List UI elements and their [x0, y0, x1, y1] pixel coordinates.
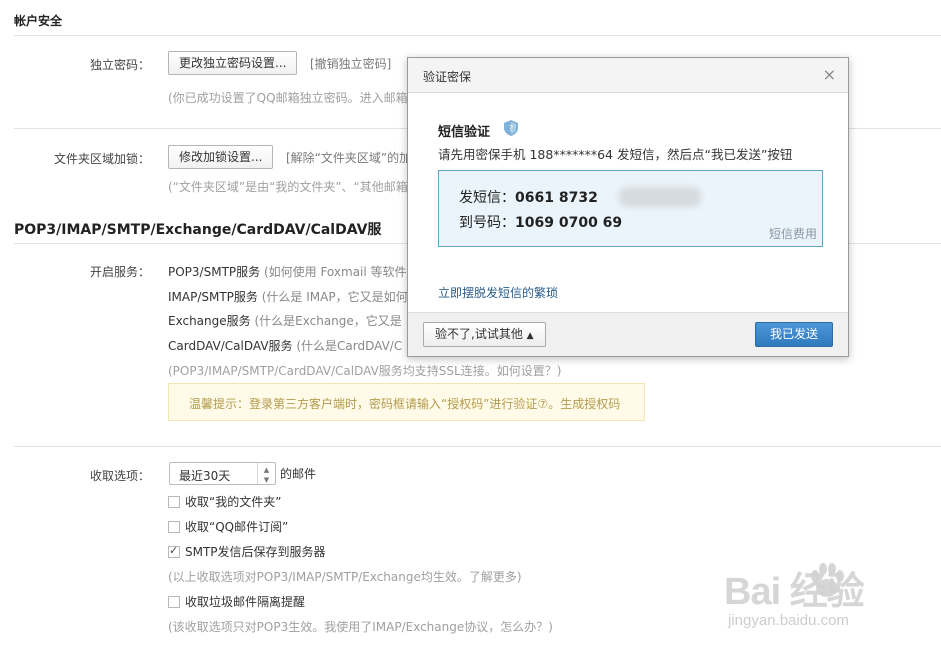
receive-options-label: 收取选项：: [89, 469, 150, 483]
sms-fee-link[interactable]: 短信费用: [769, 225, 817, 242]
change-independent-password-button[interactable]: 更改独立密码设置...: [168, 51, 298, 75]
caret-up-icon: ▲: [526, 331, 534, 341]
service-note: (什么是CardDAV/C: [292, 339, 403, 353]
service-name: Exchange服务: [168, 314, 251, 328]
revoke-independent-password-link[interactable]: [撤销独立密码]: [310, 55, 391, 72]
service-name: IMAP/SMTP服务: [168, 290, 258, 304]
option-label: 收取“QQ邮件订阅”: [185, 520, 289, 534]
option-label: 收取“我的文件夹”: [185, 495, 282, 509]
receive-range-value: 最近30天: [179, 469, 231, 483]
close-icon[interactable]: ×: [823, 65, 836, 84]
service-note: (什么是 IMAP，它又是如何: [257, 290, 408, 304]
stepper-arrows-icon: ▲ ▼: [257, 463, 275, 484]
dialog-footer: 验不了,试试其他 ▲ 我已发送: [408, 312, 848, 356]
spam-hint: (该收取选项只对POP3生效。我使用了IMAP/Exchange协议，怎么办？): [168, 620, 553, 634]
checkbox[interactable]: [168, 496, 180, 508]
shield-icon: ?: [504, 120, 518, 136]
escape-sms-link[interactable]: 立即摆脱发短信的繁琐: [438, 284, 558, 301]
target-number-label: 到号码：: [459, 215, 515, 231]
independent-password-hint: (你已成功设置了QQ邮箱独立密码。进入邮箱: [168, 91, 408, 105]
try-other-button[interactable]: 验不了,试试其他 ▲: [423, 322, 546, 347]
watermark-url: jingyan.baidu.com: [728, 612, 849, 629]
redacted-blur: [619, 187, 701, 207]
receive-suffix: 的邮件: [280, 467, 317, 481]
option-spam-reminder[interactable]: 收取垃圾邮件隔离提醒: [168, 593, 305, 610]
service-note: (如何使用 Foxmail 等软件: [260, 265, 407, 279]
receive-range-select[interactable]: 最近30天 ▲ ▼: [169, 462, 276, 485]
try-other-label: 验不了,试试其他: [435, 327, 523, 341]
account-security-title: 帐户安全: [14, 14, 63, 28]
independent-password-label: 独立密码：: [89, 58, 150, 72]
option-qq-subscription[interactable]: 收取“QQ邮件订阅”: [168, 518, 288, 535]
paw-icon: [811, 563, 844, 597]
target-number-value: 1069 0700 69: [515, 215, 623, 231]
divider: [14, 446, 941, 447]
option-label: SMTP发信后保存到服务器: [185, 545, 326, 559]
auth-code-tip: 温馨提示：登录第三方客户端时，密码框请输入“授权码”进行验证⑦。生成授权码: [168, 383, 645, 421]
service-imap-smtp: IMAP/SMTP服务 (什么是 IMAP，它又是如何: [168, 288, 408, 305]
option-smtp-save[interactable]: SMTP发信后保存到服务器: [168, 543, 326, 560]
folder-lock-hint: (“文件夹区域”是由“我的文件夹”、“其他邮箱: [168, 180, 408, 194]
checkbox[interactable]: [168, 596, 180, 608]
option-label: 收取垃圾邮件隔离提醒: [185, 595, 306, 609]
service-carddav-caldav: CardDAV/CalDAV服务 (什么是CardDAV/C: [168, 337, 402, 354]
enable-services-label: 开启服务：: [89, 265, 150, 279]
send-code-value: 0661 8732: [515, 190, 598, 206]
auth-code-tip-text: 温馨提示：登录第三方客户端时，密码框请输入“授权码”进行验证⑦。生成授权码: [189, 397, 621, 411]
ssl-hint: (POP3/IMAP/SMTP/CardDAV/CalDAV服务均支持SSL连接…: [168, 364, 562, 378]
i-have-sent-button[interactable]: 我已发送: [755, 322, 833, 347]
svg-text:?: ?: [509, 124, 513, 133]
modify-lock-button[interactable]: 修改加锁设置...: [168, 145, 274, 169]
dialog-header: 验证密保 ×: [408, 58, 848, 93]
release-lock-link[interactable]: [解除“文件夹区域”的加: [286, 149, 411, 166]
option-my-folders[interactable]: 收取“我的文件夹”: [168, 493, 281, 510]
verify-security-dialog: 验证密保 × 短信验证 ? 请先用密保手机 188*******64 发短信，然…: [407, 57, 849, 357]
service-pop3-smtp: POP3/SMTP服务 (如何使用 Foxmail 等软件: [168, 263, 407, 280]
send-code-line: 发短信：0661 8732: [459, 187, 598, 207]
checkbox-checked[interactable]: [168, 544, 180, 558]
target-number-line: 到号码：1069 0700 69: [459, 212, 622, 232]
send-code-label: 发短信：: [459, 190, 515, 206]
sms-code-box: 发短信：0661 8732 到号码：1069 0700 69 短信费用: [438, 170, 823, 247]
baidu-jingyan-watermark: Bai 经验 jingyan.baidu.com: [724, 560, 934, 650]
divider: [14, 35, 941, 36]
dialog-title: 验证密保: [423, 70, 472, 84]
service-name: CardDAV/CalDAV服务: [168, 339, 293, 353]
service-exchange: Exchange服务 (什么是Exchange，它又是: [168, 312, 402, 329]
receive-options-hint: (以上收取选项对POP3/IMAP/SMTP/Exchange均生效。了解更多): [168, 570, 522, 584]
sms-verify-title: 短信验证: [438, 125, 491, 140]
sms-description: 请先用密保手机 188*******64 发短信，然后点“我已发送”按钮: [438, 147, 793, 162]
checkbox[interactable]: [168, 521, 180, 533]
protocols-title: POP3/IMAP/SMTP/Exchange/CardDAV/CalDAV服: [14, 222, 382, 238]
service-name: POP3/SMTP服务: [168, 265, 261, 279]
service-note: (什么是Exchange，它又是: [250, 314, 402, 328]
folder-lock-label: 文件夹区域加锁：: [53, 152, 150, 166]
